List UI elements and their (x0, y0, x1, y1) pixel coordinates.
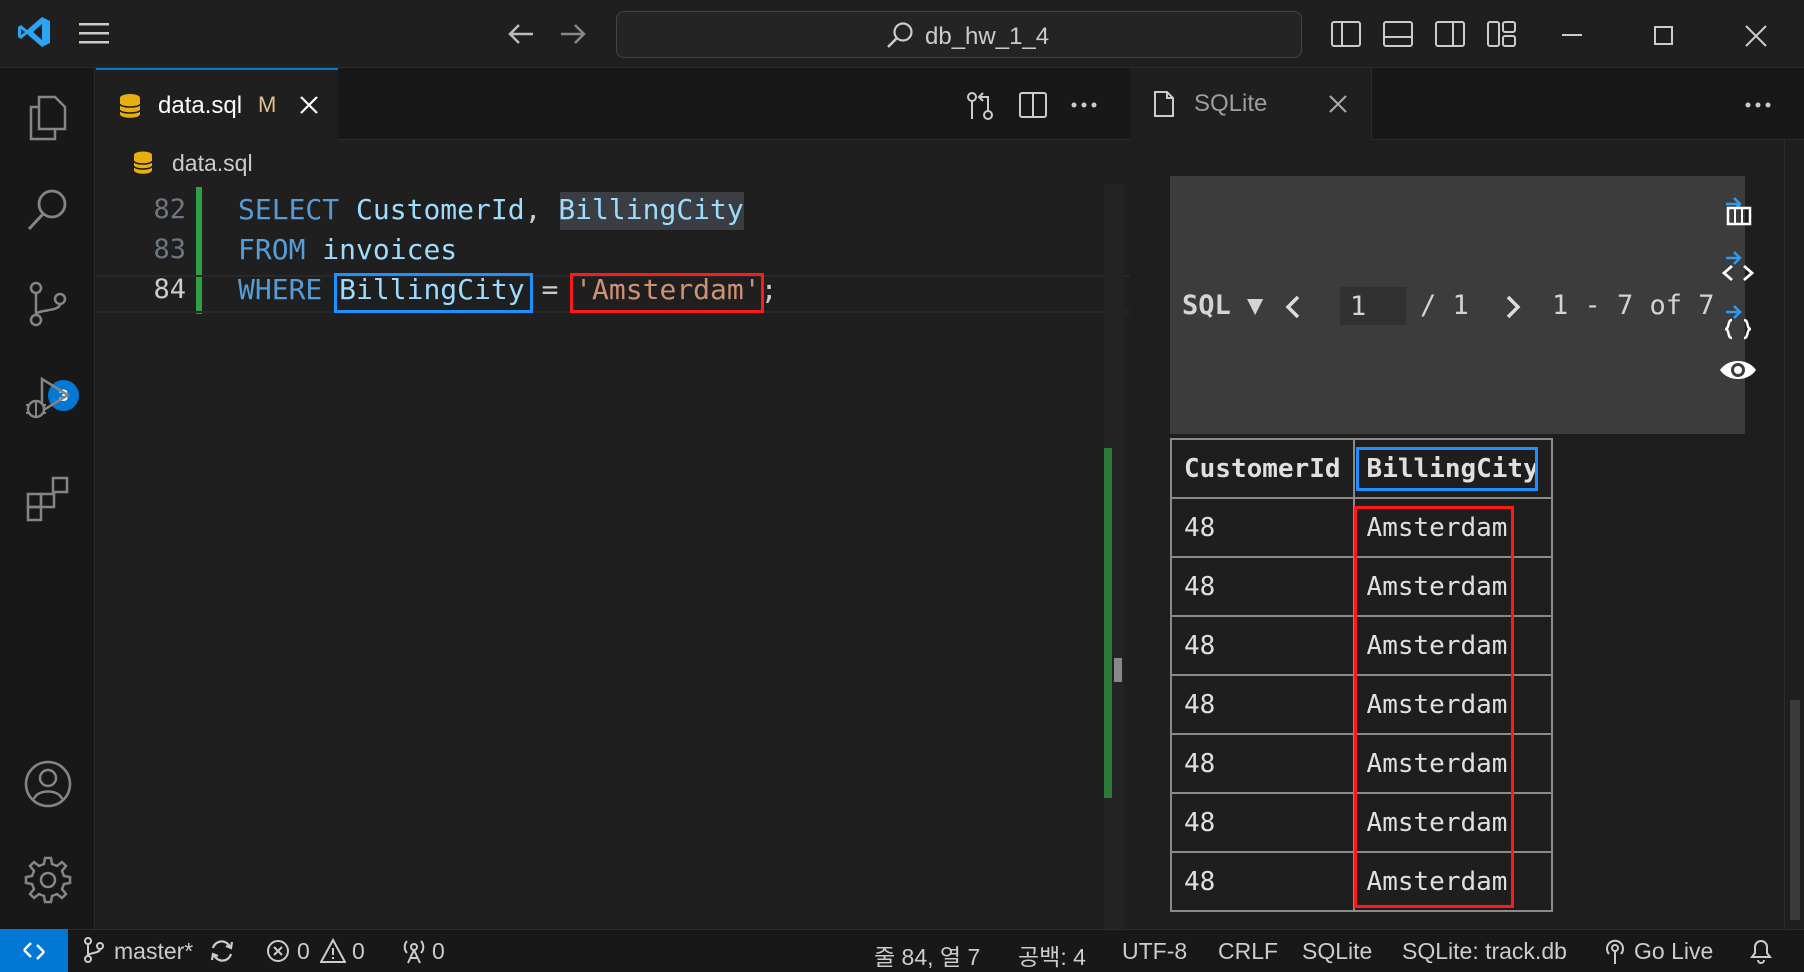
results-scrollbar-thumb[interactable] (1790, 700, 1800, 920)
toggle-primary-sidebar-icon[interactable] (1330, 18, 1362, 50)
ports-count[interactable]: 0 (432, 938, 445, 965)
remote-icon (23, 941, 45, 960)
end-of-line[interactable]: CRLF (1218, 938, 1278, 965)
cell-customer-id[interactable]: 48 (1170, 792, 1355, 853)
code-line: FROM invoices (238, 233, 457, 266)
source-control-icon[interactable] (18, 274, 78, 334)
activity-bar: 3 (0, 68, 95, 929)
run-debug-icon[interactable] (18, 368, 78, 428)
breadcrumb-file[interactable]: data.sql (172, 150, 253, 177)
column-header[interactable]: CustomerId (1170, 438, 1355, 499)
cell-customer-id[interactable]: 48 (1170, 556, 1355, 617)
cell-customer-id[interactable]: 48 (1170, 674, 1355, 735)
cell-customer-id[interactable]: 48 (1170, 615, 1355, 676)
sql-dropdown[interactable]: SQL ▼ (1182, 290, 1263, 321)
view-eye-icon[interactable] (1718, 356, 1758, 384)
branch-icon (82, 936, 106, 964)
cursor-position[interactable]: 줄 84, 열 7 (874, 938, 980, 972)
warning-icon (320, 938, 346, 964)
open-changes-icon[interactable] (964, 90, 996, 122)
explorer-icon[interactable] (18, 88, 78, 148)
search-icon (885, 20, 915, 50)
ports-antenna-icon (400, 938, 428, 964)
code-token: WHERE (238, 273, 340, 306)
menu-icon[interactable] (78, 20, 110, 46)
close-tab-icon[interactable] (1328, 94, 1348, 114)
encoding[interactable]: UTF-8 (1122, 938, 1187, 965)
next-page-icon[interactable] (1502, 292, 1524, 322)
overview-ruler-changes (1104, 448, 1112, 798)
minimize-button[interactable] (1562, 34, 1582, 36)
indentation[interactable]: 공백: 4 (1018, 938, 1086, 972)
line-number-active: 84 (153, 274, 186, 305)
close-window-button[interactable] (1744, 24, 1768, 48)
error-icon (266, 939, 290, 963)
vscode-logo-icon[interactable] (16, 14, 52, 50)
remote-indicator[interactable] (0, 929, 68, 972)
back-icon[interactable] (506, 20, 536, 48)
extensions-icon[interactable] (18, 468, 78, 528)
customize-layout-icon[interactable] (1486, 18, 1518, 50)
settings-gear-icon[interactable] (18, 850, 78, 910)
branch-name[interactable]: master* (114, 938, 193, 965)
toggle-secondary-sidebar-icon[interactable] (1434, 18, 1466, 50)
page-total: / 1 (1420, 290, 1469, 321)
code-token: FROM (238, 233, 323, 266)
cell-customer-id[interactable]: 48 (1170, 497, 1355, 558)
page-input-value: 1 (1350, 291, 1367, 322)
cell-customer-id[interactable]: 48 (1170, 733, 1355, 794)
more-actions-icon[interactable] (1744, 100, 1772, 110)
annotation-highlight-column (334, 273, 533, 313)
command-center-search[interactable]: db_hw_1_4 (616, 11, 1302, 58)
split-editor-icon[interactable] (1018, 90, 1048, 120)
go-live-button[interactable]: Go Live (1634, 938, 1713, 965)
language-mode[interactable]: SQLite (1302, 938, 1372, 965)
broadcast-icon (1602, 937, 1628, 965)
accounts-icon[interactable] (18, 754, 78, 814)
error-count[interactable]: 0 (297, 938, 310, 965)
query-toolbar: SQL ▼ 1 / 1 1 - 7 of 7 (1170, 176, 1756, 434)
annotation-highlight-column (1356, 447, 1538, 491)
search-view-icon[interactable] (18, 180, 78, 240)
file-icon (1152, 90, 1176, 118)
database-indicator[interactable]: SQLite: track.db (1402, 938, 1567, 965)
notifications-bell-icon[interactable] (1748, 936, 1774, 964)
breadcrumb: data.sql (96, 140, 1130, 184)
tab-label: SQLite (1194, 90, 1268, 117)
annotation-highlight-values (1354, 506, 1514, 908)
code-token: SELECT (238, 193, 357, 226)
tab-sqlite[interactable]: SQLite (1132, 68, 1372, 140)
row-range: 1 - 7 of 7 (1552, 290, 1715, 321)
code-token: CustomerId (356, 193, 525, 226)
export-csv-icon[interactable] (1720, 190, 1754, 226)
tab-label: data.sql (158, 92, 243, 119)
code-token: , (524, 193, 559, 226)
code-token: BillingCity (558, 193, 744, 226)
page-input[interactable]: 1 (1340, 287, 1406, 325)
database-file-icon (132, 150, 154, 176)
tab-modified-indicator: M (258, 92, 277, 117)
scrollbar-slider[interactable] (1114, 658, 1122, 682)
line-number: 82 (153, 194, 186, 225)
command-center-text: db_hw_1_4 (925, 23, 1050, 50)
export-html-icon[interactable] (1720, 248, 1754, 284)
sync-icon[interactable] (208, 938, 236, 964)
tab-data-sql[interactable]: data.sql M (96, 68, 338, 140)
prev-page-icon[interactable] (1282, 292, 1304, 322)
close-tab-icon[interactable] (298, 94, 320, 116)
export-json-icon[interactable] (1720, 302, 1754, 340)
maximize-button[interactable] (1654, 26, 1673, 45)
code-token: invoices (322, 233, 458, 266)
more-actions-icon[interactable] (1070, 100, 1098, 110)
code-line: SELECT CustomerId, BillingCity (238, 193, 744, 226)
database-file-icon (118, 92, 142, 120)
cell-customer-id[interactable]: 48 (1170, 851, 1355, 912)
line-number: 83 (153, 234, 186, 265)
annotation-highlight-value (570, 273, 764, 313)
forward-icon[interactable] (558, 20, 588, 48)
warning-count[interactable]: 0 (352, 938, 365, 965)
toggle-panel-icon[interactable] (1382, 18, 1414, 50)
